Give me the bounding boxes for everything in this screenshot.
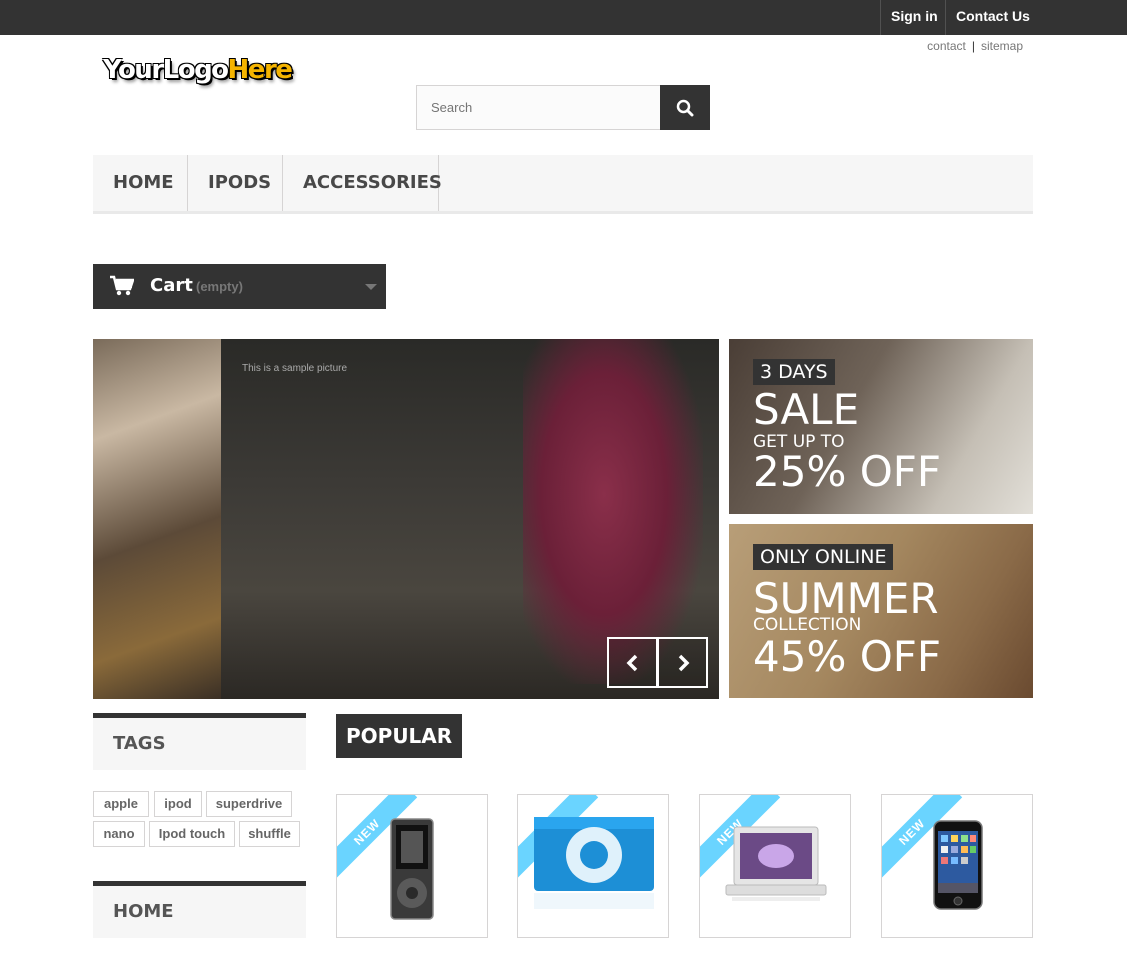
menu-item-home[interactable]: HOME [93,155,188,211]
top-bar: Sign in Contact Us [0,0,1127,35]
macbook-image [725,826,827,901]
contact-us-link[interactable]: Contact Us [945,0,1040,35]
slider-next-button[interactable] [657,637,708,688]
promo-banner-sale[interactable]: 3 DAYS SALE GET UP TO 25% OFF [729,339,1033,514]
slide-image-previous [93,339,221,699]
banner-discount: 25% OFF [753,447,942,496]
cart-label: Cart [150,275,193,296]
utility-separator: | [971,39,975,53]
ipod-shuffle-image [534,817,654,909]
tag-ipod[interactable]: ipod [154,791,202,817]
site-logo[interactable]: YourLogoHere [103,55,293,85]
chevron-right-icon [678,654,689,671]
ipod-touch-image [933,820,983,910]
product-card[interactable]: NEW [881,794,1033,938]
menu-item-accessories[interactable]: ACCESSORIES [283,155,442,211]
search-icon [676,99,694,116]
main-menu: HOME IPODS ACCESSORIES [93,155,1033,214]
chevron-down-icon [365,284,377,290]
search-button[interactable] [660,85,710,130]
logo-text-part1: YourLogo [103,55,229,85]
cart-icon [110,275,134,296]
banner-headline: SALE [753,385,860,434]
contact-link[interactable]: contact [927,39,966,53]
utility-links: contact | sitemap [927,39,1023,53]
tag-apple[interactable]: apple [93,791,149,817]
home-block-title: HOME [93,881,306,938]
product-card[interactable]: NEW [336,794,488,938]
tag-nano[interactable]: nano [93,821,145,847]
search-input[interactable] [416,85,661,130]
product-card[interactable]: NEW [699,794,851,938]
homepage-slider[interactable]: This is a sample picture [93,339,719,699]
cart-state: (empty) [196,279,243,294]
cart-dropdown[interactable]: Cart (empty) [93,264,386,309]
product-card[interactable]: NEW [517,794,669,938]
tags-block-title: TAGS [93,713,306,770]
chevron-left-icon [626,654,637,671]
menu-item-ipods[interactable]: IPODS [188,155,283,211]
slide-model-figure [523,339,703,684]
tag-shuffle[interactable]: shuffle [239,821,300,847]
slide-caption: This is a sample picture [242,363,348,374]
banner-discount: 45% OFF [753,632,942,681]
logo-text-part2: Here [227,55,293,85]
promo-banner-summer[interactable]: ONLY ONLINE SUMMER COLLECTION 45% OFF [729,524,1033,698]
sign-in-link[interactable]: Sign in [880,0,948,35]
slider-prev-button[interactable] [607,637,658,688]
sitemap-link[interactable]: sitemap [981,39,1023,53]
banner-headline: SUMMER [753,574,939,623]
tag-ipod-touch[interactable]: Ipod touch [149,821,235,847]
tag-superdrive[interactable]: superdrive [206,791,292,817]
ipod-nano-image [390,818,434,920]
banner-tag: ONLY ONLINE [753,544,894,570]
tab-popular[interactable]: POPULAR [336,714,463,758]
banner-tag: 3 DAYS [753,359,835,385]
